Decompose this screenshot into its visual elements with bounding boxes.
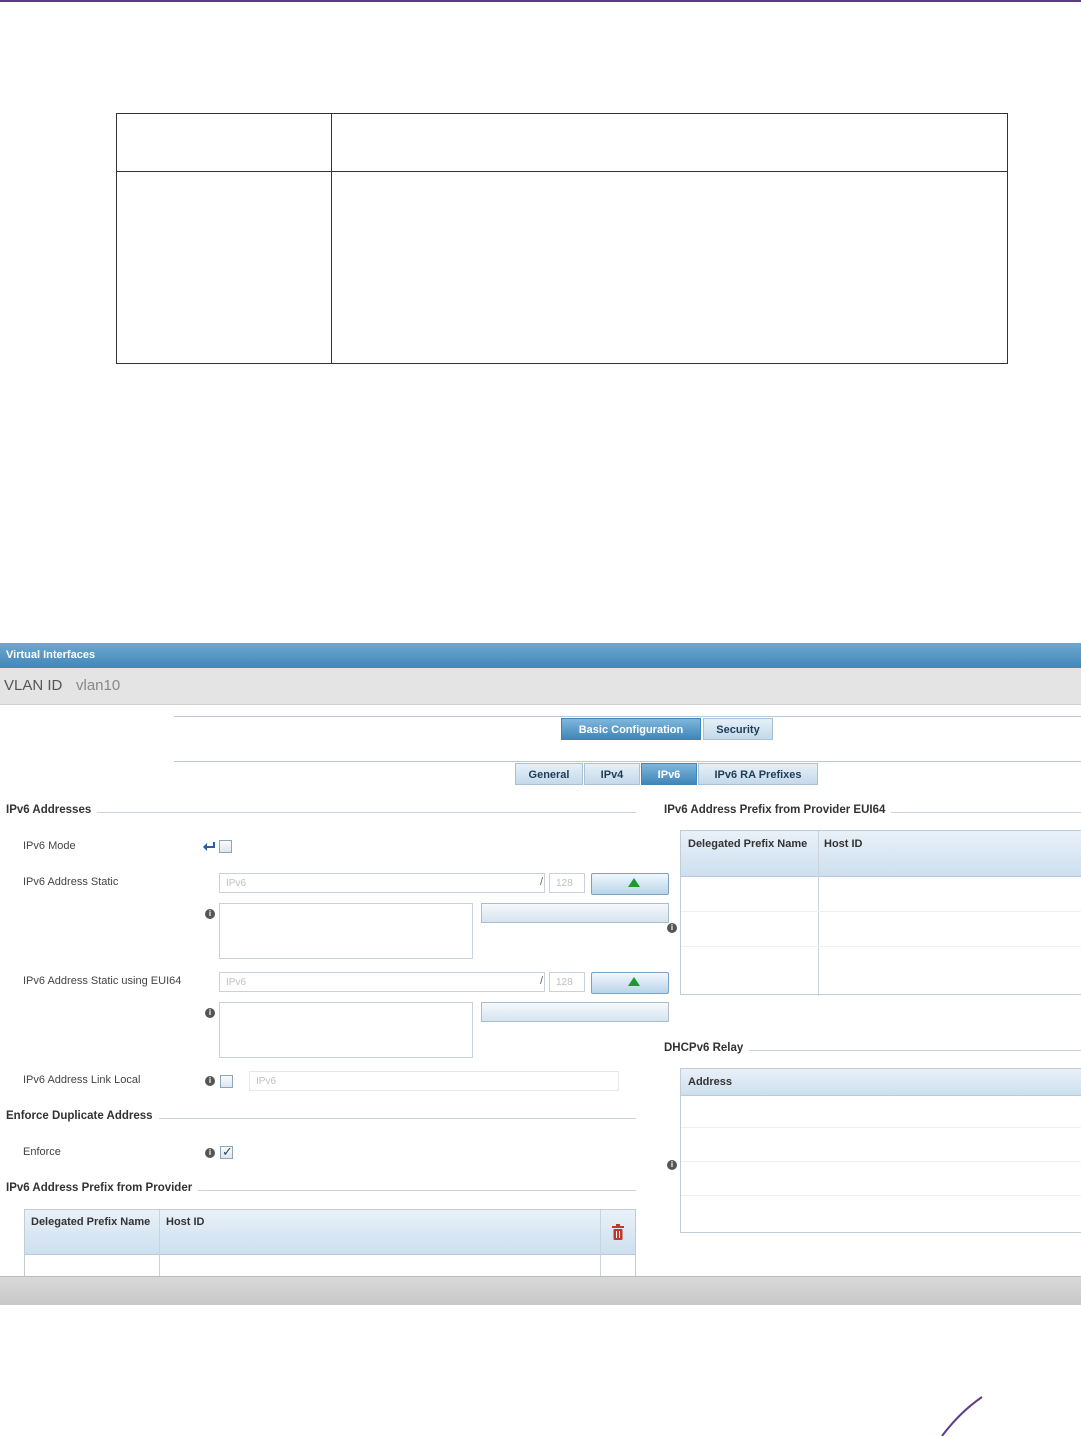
ipv6-static-placeholder: IPv6 (226, 878, 247, 889)
provider-col-hostid[interactable]: Host ID (166, 1214, 205, 1231)
ipv6-mode-label: IPv6 Mode (23, 840, 76, 852)
enforce-label: Enforce (23, 1146, 61, 1158)
section-ipv6-addresses: IPv6 Addresses (6, 804, 98, 816)
relay-table-header: Address (681, 1069, 1081, 1096)
ipv6-static-list[interactable] (219, 903, 473, 959)
delete-eui64-button[interactable] (481, 1002, 669, 1022)
ipv6-static-input[interactable]: IPv6 (219, 873, 545, 893)
tabs-top-line (174, 716, 1081, 717)
table-row (681, 1127, 1081, 1128)
ipv6-eui64-label: IPv6 Address Static using EUI64 (23, 975, 182, 987)
checkmark-icon: ✓ (222, 1144, 233, 1159)
section-dhcpv6-relay: DHCPv6 Relay (664, 1042, 750, 1054)
ipv6-eui64-list[interactable] (219, 1002, 473, 1058)
table-column-divider (331, 114, 332, 363)
eui64-col-hostid[interactable]: Host ID (824, 836, 863, 853)
section-line-addresses (6, 812, 636, 813)
vlan-bar: VLAN ID vlan10 (0, 668, 1081, 705)
table-row-divider (117, 171, 1007, 172)
info-icon: i (667, 1160, 677, 1170)
ipv6-mode-checkbox[interactable] (219, 840, 232, 853)
table-row (681, 911, 1081, 912)
ipv6-eui64-input[interactable]: IPv6 (219, 972, 545, 992)
enforce-checkbox[interactable]: ✓ (220, 1144, 233, 1159)
tab-security[interactable]: Security (703, 718, 773, 740)
eui64-col-delegated[interactable]: Delegated Prefix Name (688, 836, 808, 853)
section-enforce-duplicate: Enforce Duplicate Address (6, 1110, 159, 1122)
info-icon: i (205, 1148, 215, 1158)
link-local-checkbox[interactable] (220, 1075, 233, 1088)
relay-col-address[interactable]: Address (688, 1074, 732, 1091)
prefix-slash: / (540, 876, 544, 888)
delete-static-button[interactable] (481, 903, 669, 923)
section-prefix-provider-eui64: IPv6 Address Prefix from Provider EUI64 (664, 804, 892, 816)
window-title: Virtual Interfaces (6, 649, 96, 661)
subtabs-top-line (174, 761, 1081, 762)
tab-ipv6-ra-prefixes[interactable]: IPv6 RA Prefixes (698, 763, 818, 785)
tab-ipv4[interactable]: IPv4 (584, 763, 640, 785)
tab-basic-configuration[interactable]: Basic Configuration (561, 718, 701, 740)
ipv6-eui64-prefix-input[interactable]: 128 (549, 972, 585, 992)
status-bar (0, 1276, 1081, 1305)
provider-col-delegated[interactable]: Delegated Prefix Name (31, 1214, 151, 1231)
add-static-button[interactable] (591, 873, 669, 895)
revert-arrow-icon[interactable] (202, 841, 216, 853)
info-icon: i (205, 1008, 215, 1018)
table-row (681, 1161, 1081, 1162)
ipv6-eui64-placeholder: IPv6 (226, 977, 247, 988)
vlan-value: vlan10 (76, 677, 121, 694)
ipv6-static-prefix-input[interactable]: 128 (549, 873, 585, 893)
relay-table: Address (680, 1068, 1081, 1233)
green-up-arrow-icon (628, 977, 640, 986)
trash-icon[interactable] (611, 1224, 625, 1240)
top-brand-line (0, 0, 1081, 2)
link-local-input[interactable]: IPv6 (249, 1071, 619, 1091)
info-icon: i (667, 923, 677, 933)
provider-table-header: Delegated Prefix Name Host ID (25, 1210, 635, 1255)
window-titlebar: Virtual Interfaces (0, 643, 1081, 668)
tab-general[interactable]: General (515, 763, 583, 785)
green-up-arrow-icon (628, 878, 640, 887)
table-row (681, 946, 1081, 947)
prefix-slash: / (540, 975, 544, 987)
eui64-table: Delegated Prefix Name Host ID (680, 830, 1081, 996)
section-prefix-provider: IPv6 Address Prefix from Provider (6, 1182, 199, 1194)
ipv6-link-local-label: IPv6 Address Link Local (23, 1074, 141, 1086)
ipv6-static-label: IPv6 Address Static (23, 876, 119, 888)
brand-slash-icon (941, 1396, 983, 1436)
eui64-table-header: Delegated Prefix Name Host ID (681, 831, 1081, 877)
column-divider (818, 831, 819, 996)
vlan-label: VLAN ID (4, 677, 63, 694)
link-local-placeholder: IPv6 (256, 1076, 277, 1087)
screenshot-panel: Virtual Interfaces VLAN ID vlan10 Basic … (0, 643, 1081, 1305)
ipv6-eui64-prefix-placeholder: 128 (556, 977, 573, 988)
info-icon: i (205, 909, 215, 919)
info-icon: i (205, 1076, 215, 1086)
add-eui64-button[interactable] (591, 972, 669, 994)
table-row (681, 1195, 1081, 1196)
document-table (116, 113, 1008, 364)
ipv6-static-prefix-placeholder: 128 (556, 878, 573, 889)
tab-ipv6[interactable]: IPv6 (641, 763, 697, 785)
